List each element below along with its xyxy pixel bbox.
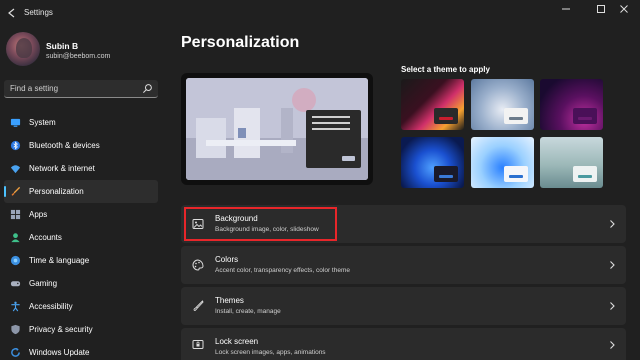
accessibility-icon	[11, 301, 20, 312]
brush-icon	[193, 300, 204, 311]
sidebar-item-system[interactable]: System	[4, 111, 158, 134]
chevron-right-icon	[610, 220, 615, 228]
sidebar-item-network[interactable]: Network & internet	[4, 157, 158, 180]
preview-wallpaper	[186, 78, 368, 180]
theme-tile-captured-motion[interactable]	[471, 79, 534, 130]
theme-accent-chip	[434, 108, 458, 124]
card-subtitle: Install, create, manage	[215, 308, 281, 315]
close-button[interactable]	[608, 0, 640, 18]
sidebar-item-bluetooth[interactable]: Bluetooth & devices	[4, 134, 158, 157]
sidebar-item-time-language[interactable]: Time & language	[4, 249, 158, 272]
sidebar-item-accounts[interactable]: Accounts	[4, 226, 158, 249]
theme-tile-sunrise[interactable]	[540, 79, 603, 130]
highlight-box	[184, 207, 337, 241]
sidebar-item-label: Personalization	[29, 187, 84, 196]
card-title: Lock screen	[215, 337, 259, 346]
card-subtitle: Lock screen images, apps, animations	[215, 349, 326, 356]
apps-icon	[10, 209, 21, 220]
chevron-right-icon	[610, 302, 615, 310]
maximize-icon	[597, 5, 605, 13]
monitor-icon	[10, 118, 21, 127]
sidebar-item-label: Bluetooth & devices	[29, 141, 100, 150]
shield-icon	[11, 324, 20, 335]
theme-tile-windows-dark[interactable]	[401, 137, 464, 188]
sidebar-item-label: Time & language	[29, 256, 90, 265]
theme-tile-flow[interactable]	[540, 137, 603, 188]
person-icon	[11, 233, 20, 243]
wifi-icon	[10, 165, 21, 174]
theme-accent-chip	[504, 166, 528, 182]
sidebar-item-label: Accounts	[29, 233, 62, 242]
page-title: Personalization	[181, 34, 300, 51]
sidebar-item-apps[interactable]: Apps	[4, 203, 158, 226]
sidebar-item-label: Network & internet	[29, 164, 95, 173]
back-arrow-icon[interactable]	[6, 7, 18, 19]
search-box[interactable]: Find a setting	[4, 80, 158, 98]
selection-indicator	[4, 186, 6, 197]
profile-email: subin@beebom.com	[46, 53, 111, 60]
chevron-right-icon	[610, 261, 615, 269]
close-icon	[620, 5, 628, 13]
theme-accent-chip	[573, 108, 597, 124]
theme-accent-chip	[573, 166, 597, 182]
search-icon[interactable]	[142, 83, 153, 94]
sidebar-item-gaming[interactable]: Gaming	[4, 272, 158, 295]
card-subtitle: Accent color, transparency effects, colo…	[215, 267, 351, 274]
sidebar-item-label: Windows Update	[29, 348, 90, 357]
theme-accent-chip	[504, 108, 528, 124]
update-icon	[11, 347, 20, 357]
theme-preview	[181, 73, 373, 185]
minimize-icon	[562, 8, 570, 10]
sidebar-item-label: System	[29, 118, 56, 127]
lock-screen-icon	[192, 340, 204, 349]
sidebar-item-label: Privacy & security	[29, 325, 93, 334]
sidebar-item-label: Accessibility	[29, 302, 73, 311]
profile-name: Subin B	[46, 41, 79, 51]
preview-scene	[186, 78, 368, 180]
search-input[interactable]: Find a setting	[10, 84, 58, 93]
lock-screen-setting-card[interactable]: Lock screen Lock screen images, apps, an…	[181, 328, 626, 360]
app-title: Settings	[24, 8, 53, 17]
avatar	[6, 32, 40, 66]
bluetooth-icon	[10, 140, 21, 151]
themes-setting-card[interactable]: Themes Install, create, manage	[181, 287, 626, 325]
colors-setting-card[interactable]: Colors Accent color, transparency effect…	[181, 246, 626, 284]
sidebar-item-accessibility[interactable]: Accessibility	[4, 295, 158, 318]
sidebar-item-label: Apps	[29, 210, 48, 219]
card-title: Themes	[215, 296, 244, 305]
title-bar: Settings	[0, 0, 640, 28]
globe-icon	[10, 255, 21, 266]
themes-heading: Select a theme to apply	[401, 65, 490, 74]
sidebar-item-privacy[interactable]: Privacy & security	[4, 318, 158, 341]
chevron-right-icon	[610, 341, 615, 349]
theme-accent-chip	[434, 166, 458, 182]
card-title: Colors	[215, 255, 239, 264]
sidebar-item-label: Gaming	[29, 279, 58, 288]
palette-icon	[192, 259, 204, 271]
sidebar-item-personalization[interactable]: Personalization	[4, 180, 158, 203]
minimize-button[interactable]	[550, 0, 582, 18]
sidebar-nav: System Bluetooth & devices Network & int…	[4, 111, 158, 360]
gamepad-icon	[10, 281, 21, 287]
theme-tile-windows-light[interactable]	[471, 137, 534, 188]
theme-tile-glow[interactable]	[401, 79, 464, 130]
brush-icon	[11, 186, 21, 196]
sidebar-item-windows-update[interactable]: Windows Update	[4, 341, 158, 360]
